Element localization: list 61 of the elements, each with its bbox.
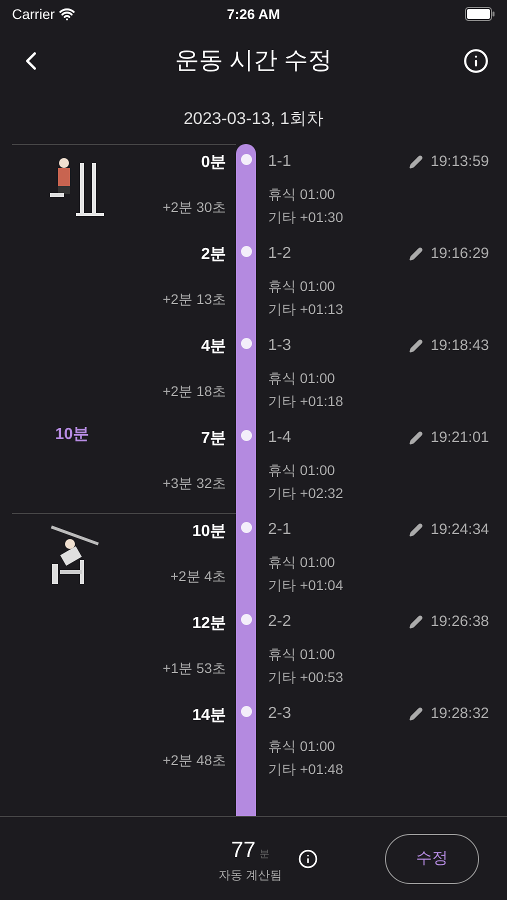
session-date: 2023-03-13, 1회차 [184, 108, 324, 130]
extra-time: 기타 +01:04 [268, 576, 344, 595]
set-time-button[interactable]: 19:26:38 [408, 610, 489, 634]
battery-icon [464, 7, 495, 21]
elapsed-time: 7분 [201, 429, 226, 449]
pencil-icon [408, 523, 423, 537]
rest-time: 휴식 01:00 [268, 737, 336, 756]
set-number: 2-3 [268, 704, 292, 724]
set-number: 1-4 [268, 428, 292, 448]
rest-time: 휴식 01:00 [268, 369, 336, 388]
set-time-button[interactable]: 19:21:01 [408, 426, 489, 450]
extra-time: 기타 +01:30 [268, 208, 344, 227]
elapsed-time: 0분 [201, 153, 226, 173]
screen-title: 운동 시간 수정 [174, 46, 332, 76]
wifi-icon [58, 6, 75, 22]
clock: 7:26 AM [226, 4, 280, 24]
pencil-icon [408, 615, 423, 629]
set-duration: +2분 13초 [162, 290, 226, 309]
set-duration: +2분 18초 [162, 382, 226, 401]
set-duration: +2분 48초 [162, 751, 226, 770]
info-icon[interactable] [298, 848, 318, 868]
pencil-icon [408, 707, 423, 721]
set-duration: +2분 30초 [162, 198, 226, 217]
elapsed-time: 14분 [192, 706, 226, 726]
rest-time: 휴식 01:00 [268, 185, 336, 204]
auto-calculated-label: 자동 계산됨 [218, 867, 282, 884]
set-duration: +3분 32초 [162, 474, 226, 493]
extra-time: 기타 +01:48 [268, 760, 344, 779]
set-time-button[interactable]: 19:18:43 [408, 334, 489, 358]
set-number: 2-2 [268, 612, 292, 632]
rest-time: 휴식 01:00 [268, 277, 336, 296]
elapsed-time: 10분 [192, 522, 226, 542]
extra-time: 기타 +01:18 [268, 392, 344, 411]
set-duration: +1분 53초 [162, 659, 226, 678]
pencil-icon [408, 339, 423, 353]
set-number: 1-2 [268, 244, 292, 264]
rest-time: 휴식 01:00 [268, 645, 336, 664]
extra-time: 기타 +02:32 [268, 484, 344, 503]
pencil-icon [408, 155, 423, 169]
extra-time: 기타 +01:13 [268, 300, 344, 319]
set-time-button[interactable]: 19:13:59 [408, 150, 489, 174]
elapsed-time: 12분 [192, 614, 226, 634]
rest-time: 휴식 01:00 [268, 553, 336, 572]
rest-time: 휴식 01:00 [268, 461, 336, 480]
set-time-button[interactable]: 19:16:29 [408, 242, 489, 266]
total-minutes: 77 [231, 836, 256, 864]
extra-time: 기타 +00:53 [268, 668, 344, 687]
minutes-unit: 분 [260, 848, 270, 862]
pencil-icon [408, 247, 423, 261]
set-time-button[interactable]: 19:28:32 [408, 702, 489, 726]
set-number: 1-3 [268, 336, 292, 356]
carrier-label: Carrier [12, 4, 55, 24]
elapsed-time: 4분 [201, 337, 226, 357]
pencil-icon [408, 431, 423, 445]
set-number: 1-1 [268, 152, 292, 172]
set-duration: +2분 4초 [170, 567, 226, 586]
edit-button[interactable]: 수정 [385, 834, 479, 884]
elapsed-time: 2분 [201, 245, 226, 265]
set-time-button[interactable]: 19:24:34 [408, 518, 489, 542]
exercise-duration: 10분 [55, 425, 89, 445]
set-number: 2-1 [268, 520, 292, 540]
